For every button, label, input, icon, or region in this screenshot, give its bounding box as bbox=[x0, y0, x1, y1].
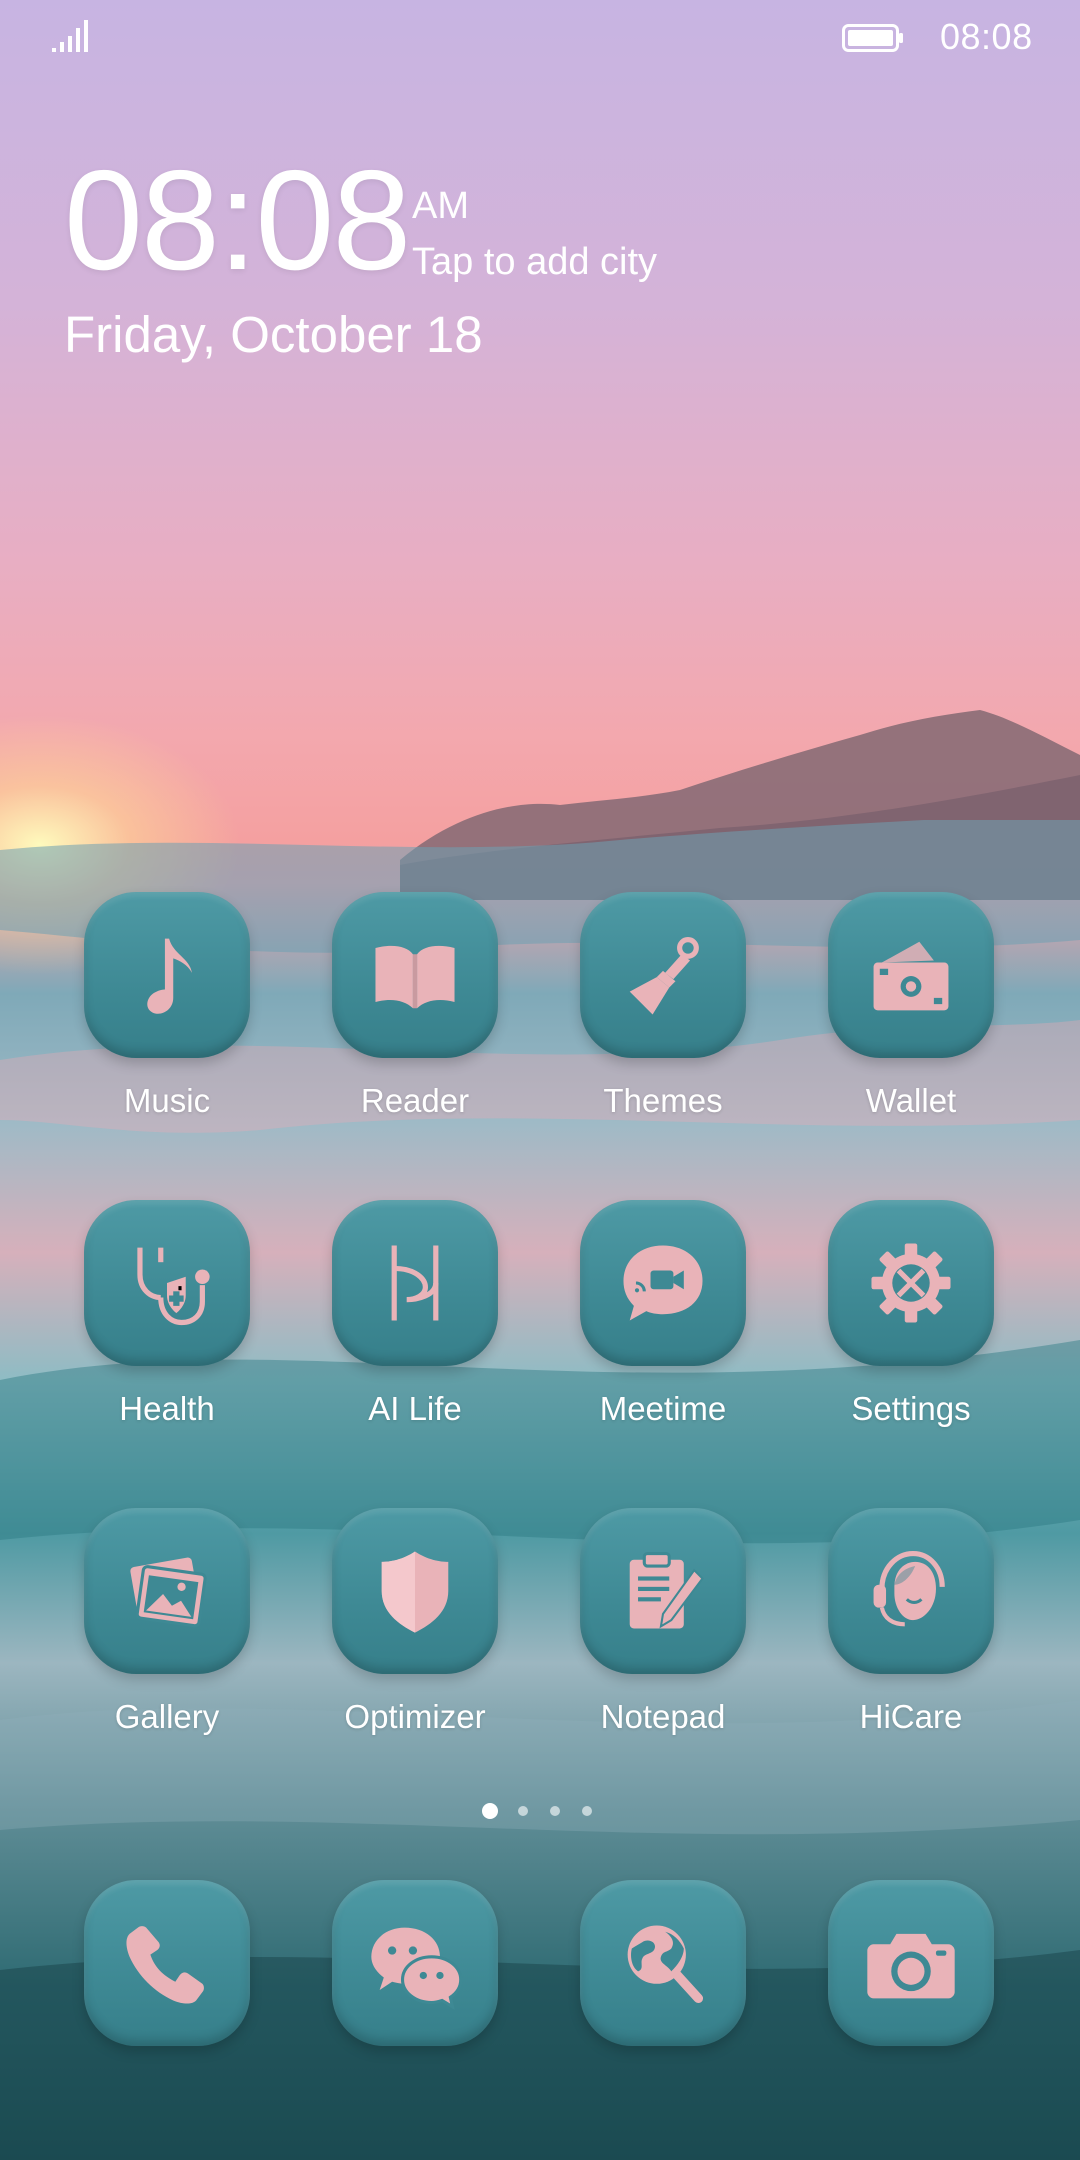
dock-messaging[interactable] bbox=[295, 1880, 535, 2046]
app-themes[interactable]: Themes bbox=[543, 892, 783, 1152]
app-label: Gallery bbox=[114, 1698, 220, 1735]
photos-icon bbox=[130, 1557, 207, 1628]
app-reader[interactable]: Reader bbox=[295, 892, 535, 1152]
clock-ampm: AM bbox=[412, 185, 469, 227]
app-themes-tile[interactable] bbox=[580, 892, 746, 1058]
app-optimizer-tile[interactable] bbox=[332, 1508, 498, 1674]
app-label: Notepad bbox=[600, 1698, 726, 1735]
page-dot[interactable] bbox=[518, 1806, 528, 1816]
app-label: Optimizer bbox=[344, 1698, 486, 1735]
signal-icon bbox=[52, 20, 88, 52]
messaging-icon bbox=[371, 1927, 463, 2010]
app-ai-life-tile[interactable] bbox=[332, 1200, 498, 1366]
app-label: Health bbox=[119, 1390, 215, 1427]
app-gallery[interactable]: Gallery bbox=[47, 1508, 287, 1768]
phone-icon bbox=[126, 1926, 204, 2004]
app-label: Meetime bbox=[599, 1390, 727, 1427]
app-music-tile[interactable] bbox=[84, 892, 250, 1058]
app-hicare[interactable]: HiCare bbox=[791, 1508, 1031, 1768]
stethoscope-icon bbox=[137, 1247, 210, 1326]
notepad-icon bbox=[629, 1552, 704, 1629]
music-note-icon bbox=[147, 938, 192, 1014]
app-label: Wallet bbox=[865, 1082, 957, 1119]
browser-icon bbox=[627, 1925, 704, 2004]
clock-time[interactable]: 08:08 bbox=[64, 150, 411, 292]
app-meetime-tile[interactable] bbox=[580, 1200, 746, 1366]
app-health-tile[interactable] bbox=[84, 1200, 250, 1366]
battery-icon bbox=[842, 24, 903, 52]
video-chat-icon bbox=[623, 1245, 703, 1321]
app-music[interactable]: Music bbox=[47, 892, 287, 1152]
ai-life-icon bbox=[391, 1245, 439, 1321]
app-label: AI Life bbox=[368, 1390, 462, 1427]
app-wallet-tile[interactable] bbox=[828, 892, 994, 1058]
clock-date[interactable]: Friday, October 18 bbox=[64, 305, 483, 364]
shield-icon bbox=[381, 1551, 449, 1633]
page-dot[interactable] bbox=[582, 1806, 592, 1816]
camera-icon bbox=[867, 1933, 955, 1999]
headset-icon bbox=[873, 1550, 945, 1627]
dock-phone[interactable] bbox=[47, 1880, 287, 2046]
app-wallet[interactable]: Wallet bbox=[791, 892, 1031, 1152]
dock-phone-tile[interactable] bbox=[84, 1880, 250, 2046]
app-settings[interactable]: Settings bbox=[791, 1200, 1031, 1460]
status-time: 08:08 bbox=[940, 16, 1033, 57]
app-ai-life[interactable]: AI Life bbox=[295, 1200, 535, 1460]
app-label: Music bbox=[123, 1082, 211, 1119]
status-bar: 08:08 bbox=[0, 0, 1080, 75]
add-city-link[interactable]: Tap to add city bbox=[412, 241, 657, 284]
app-notepad-tile[interactable] bbox=[580, 1508, 746, 1674]
app-label: HiCare bbox=[859, 1698, 963, 1735]
dock-browser-tile[interactable] bbox=[580, 1880, 746, 2046]
paintbrush-icon bbox=[629, 937, 699, 1015]
book-icon bbox=[375, 945, 455, 1009]
dock-browser[interactable] bbox=[543, 1880, 783, 2046]
gear-wrench-icon bbox=[871, 1243, 951, 1323]
dock-camera-tile[interactable] bbox=[828, 1880, 994, 2046]
app-meetime[interactable]: Meetime bbox=[543, 1200, 783, 1460]
page-dot[interactable] bbox=[550, 1806, 560, 1816]
app-optimizer[interactable]: Optimizer bbox=[295, 1508, 535, 1768]
dock-messaging-tile[interactable] bbox=[332, 1880, 498, 2046]
app-notepad[interactable]: Notepad bbox=[543, 1508, 783, 1768]
app-reader-tile[interactable] bbox=[332, 892, 498, 1058]
app-label: Settings bbox=[851, 1390, 971, 1427]
dock-camera[interactable] bbox=[791, 1880, 1031, 2046]
app-health[interactable]: Health bbox=[47, 1200, 287, 1460]
wallet-icon bbox=[873, 941, 949, 1011]
app-gallery-tile[interactable] bbox=[84, 1508, 250, 1674]
app-label: Reader bbox=[360, 1082, 470, 1119]
app-settings-tile[interactable] bbox=[828, 1200, 994, 1366]
app-hicare-tile[interactable] bbox=[828, 1508, 994, 1674]
app-label: Themes bbox=[603, 1082, 723, 1119]
page-dot-active[interactable] bbox=[482, 1803, 498, 1819]
page-indicator[interactable] bbox=[480, 1801, 600, 1821]
